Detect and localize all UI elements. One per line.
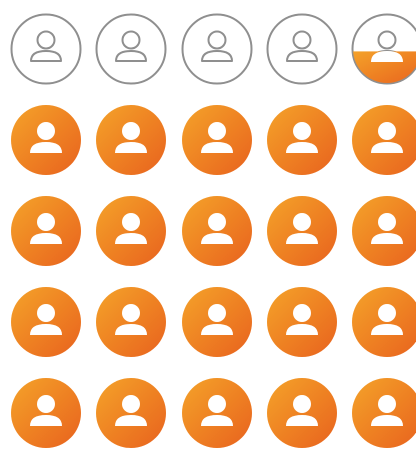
- person-icon: [352, 378, 416, 448]
- person-icon-filled: [10, 377, 82, 449]
- person-icon: [96, 196, 166, 266]
- person-icon: [351, 13, 416, 85]
- person-icon: [267, 287, 337, 357]
- person-icon-filled: [266, 195, 338, 267]
- person-icon: [267, 105, 337, 175]
- person-icon-filled: [351, 104, 416, 176]
- person-icon: [96, 105, 166, 175]
- person-icon: [267, 196, 337, 266]
- person-icon: [11, 196, 81, 266]
- person-icon-filled: [351, 195, 416, 267]
- person-icon-empty: [10, 13, 82, 85]
- person-icon-filled: [181, 104, 253, 176]
- person-icon: [96, 287, 166, 357]
- person-icon: [11, 105, 81, 175]
- person-icon: [182, 196, 252, 266]
- person-icon-filled: [95, 104, 167, 176]
- person-icon-filled: [95, 377, 167, 449]
- person-icon: [267, 378, 337, 448]
- person-icon: [182, 287, 252, 357]
- person-icon-filled: [351, 377, 416, 449]
- person-icon: [11, 378, 81, 448]
- person-icon-empty: [266, 13, 338, 85]
- person-icon: [96, 378, 166, 448]
- person-icon-filled: [10, 104, 82, 176]
- person-icon-filled: [181, 195, 253, 267]
- person-icon: [11, 287, 81, 357]
- person-icon: [182, 105, 252, 175]
- person-icon-empty: [95, 13, 167, 85]
- person-icon-filled: [181, 377, 253, 449]
- person-icon: [266, 13, 338, 85]
- person-icon-filled: [266, 377, 338, 449]
- person-icon-filled: [181, 286, 253, 358]
- person-icon: [352, 196, 416, 266]
- person-icon: [182, 378, 252, 448]
- person-icon-filled: [351, 286, 416, 358]
- person-icon-filled: [266, 286, 338, 358]
- person-icon: [10, 13, 82, 85]
- person-icon-empty: [181, 13, 253, 85]
- person-icon-partial: [351, 13, 416, 85]
- person-icon: [181, 13, 253, 85]
- person-icon-filled: [10, 195, 82, 267]
- person-icon-filled: [10, 286, 82, 358]
- person-icon-filled: [266, 104, 338, 176]
- person-icon-filled: [95, 286, 167, 358]
- person-icon: [352, 287, 416, 357]
- person-icon: [352, 105, 416, 175]
- person-icon: [95, 13, 167, 85]
- person-icon-grid: [0, 0, 416, 463]
- person-icon-filled: [95, 195, 167, 267]
